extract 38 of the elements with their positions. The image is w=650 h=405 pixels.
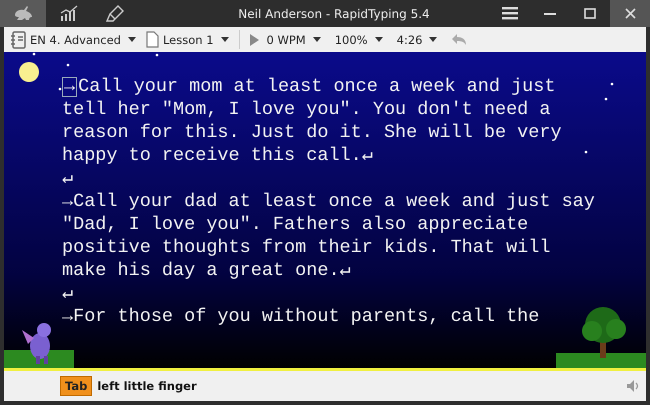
minimize-icon xyxy=(544,12,556,14)
speed-dropdown[interactable]: 0 WPM xyxy=(262,30,325,48)
bar-chart-icon xyxy=(60,5,78,22)
text-line: make his day a great one.↵ xyxy=(62,259,351,282)
text-line: ↵ xyxy=(62,167,74,190)
course-dropdown[interactable]: EN 4. Advanced xyxy=(26,30,140,48)
text-line: positive thoughts from their kids. That will xyxy=(62,236,550,259)
notebook-icon xyxy=(10,30,26,48)
caret-icon xyxy=(374,37,383,42)
caret-icon xyxy=(312,37,321,42)
accuracy-dropdown[interactable]: 100% xyxy=(330,30,387,48)
highlighter-icon xyxy=(106,4,124,22)
speaker-icon xyxy=(626,379,640,393)
time-dropdown[interactable]: 4:26 xyxy=(392,30,442,48)
lesson-dropdown[interactable]: Lesson 1 xyxy=(158,30,233,48)
text-line: ↵ xyxy=(62,282,74,305)
text-line: happy to receive this call.↵ xyxy=(62,144,373,167)
text-line: →Call your dad at least once a week and just say xyxy=(62,190,595,213)
key-badge: Tab xyxy=(60,376,92,396)
text-line: tell her "Mom, I love you". You don't need a xyxy=(62,98,550,121)
text-line: →For those of you without parents, call the xyxy=(62,305,540,328)
current-character: → xyxy=(62,77,78,97)
text-line: "Dad, I love you". Fathers also appreciate xyxy=(62,213,528,236)
close-icon xyxy=(624,8,636,19)
text-line: Call your mom at least once a week and just xyxy=(78,76,556,97)
play-icon xyxy=(250,34,259,46)
menu-icon xyxy=(502,7,518,20)
text-line: reason for this. Just do it. She will be very xyxy=(62,121,562,144)
maximize-icon xyxy=(584,8,596,19)
finger-hint: left little finger xyxy=(97,379,197,393)
document-icon xyxy=(146,31,159,48)
caret-icon xyxy=(220,37,229,42)
moon-icon xyxy=(19,62,39,82)
window-title: Neil Anderson - RapidTyping 5.4 xyxy=(238,6,430,20)
caret-icon xyxy=(429,37,438,42)
undo-icon xyxy=(451,34,468,45)
caret-icon xyxy=(128,37,136,42)
close-button[interactable] xyxy=(610,0,650,27)
